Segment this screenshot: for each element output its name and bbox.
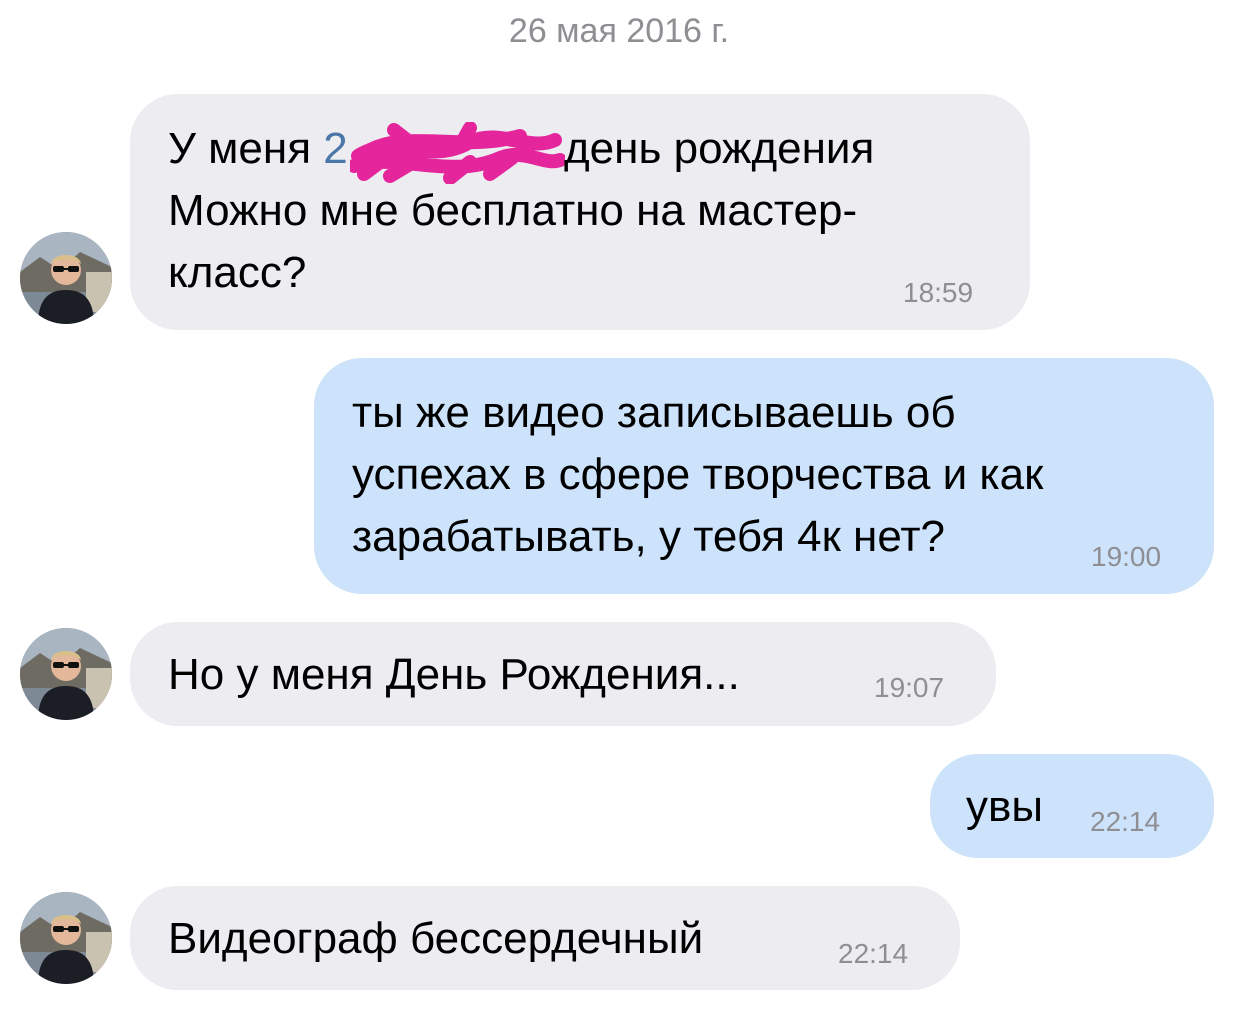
avatar-photo [20, 628, 112, 720]
message-time: 18:59 [903, 277, 974, 308]
avatar-photo [20, 232, 112, 324]
message-text: ты же видео записываешь об [352, 388, 956, 437]
message-time: 19:00 [1091, 541, 1162, 572]
message-time: 19:07 [874, 672, 945, 703]
redaction-scribble [350, 122, 565, 184]
message-bubble-outgoing[interactable]: ты же видео записываешь об успехах в сфе… [314, 358, 1214, 594]
message-bubble-outgoing[interactable]: увы 22:14 [930, 754, 1214, 858]
message-text: Видеограф бессердечный [168, 914, 704, 963]
message-bubble-incoming[interactable]: Но у меня День Рождения... 19:07 [130, 622, 996, 726]
sender-avatar[interactable] [20, 232, 112, 324]
message-text: Можно мне бесплатно на мастер- [168, 186, 858, 235]
message-text: успехах в сфере творчества и как [352, 450, 1044, 499]
message-time: 22:14 [1090, 806, 1161, 837]
avatar-photo [20, 892, 112, 984]
message-link[interactable]: 2 [323, 124, 347, 173]
message-time: 22:14 [838, 938, 909, 969]
sender-avatar[interactable] [20, 628, 112, 720]
message-text: класс? [168, 248, 307, 297]
sender-avatar[interactable] [20, 892, 112, 984]
date-header: 26 мая 2016 г. [508, 12, 730, 50]
message-text: Но у меня День Рождения... [168, 650, 740, 699]
message-text: увы [966, 782, 1043, 831]
message-bubble-incoming[interactable]: Видеограф бессердечный 22:14 [130, 886, 960, 990]
message-text: день рождения [564, 124, 875, 173]
message-bubble-incoming[interactable]: У меня 2 день рождения Можно мне бесплат… [130, 94, 1030, 330]
message-text: У меня [168, 124, 324, 173]
message-text: зарабатывать, у тебя 4к нет? [352, 512, 945, 561]
